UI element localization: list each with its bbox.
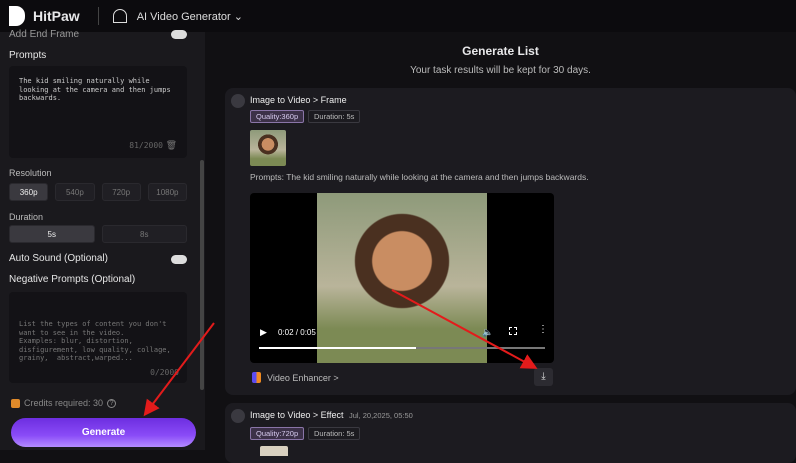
arrow-to-download bbox=[391, 289, 538, 369]
arrow-to-generate bbox=[143, 322, 215, 417]
annotation-arrows bbox=[143, 289, 538, 417]
